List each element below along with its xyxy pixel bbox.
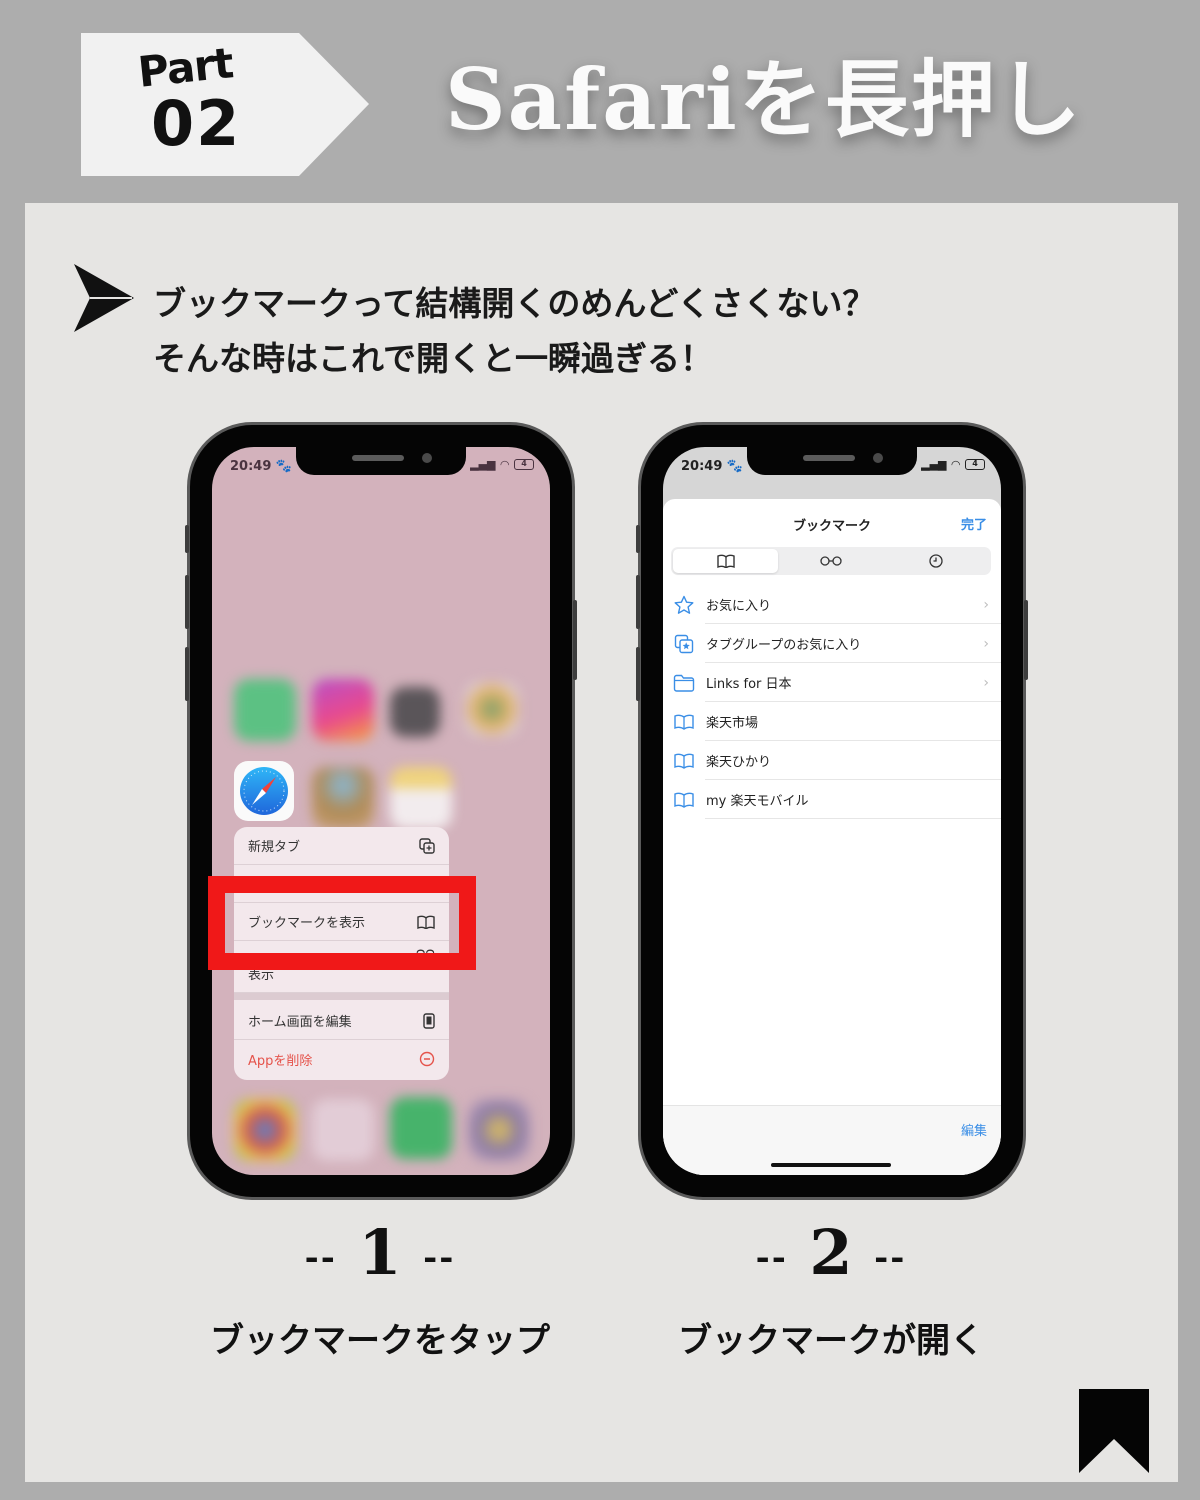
- bookmarks-sheet: ブックマーク 完了 お気に入り › タブグループのお気に入り › Links f…: [663, 499, 1001, 1175]
- glasses-icon: [820, 556, 842, 566]
- segmented-control: [671, 547, 991, 575]
- step-2-caption: ブックマークが開く: [678, 1321, 984, 1361]
- bookmark-save-icon[interactable]: [1079, 1389, 1149, 1473]
- bottom-band: [0, 1482, 1200, 1500]
- phone-icon: [423, 1012, 435, 1029]
- intro-text: ブックマークって結構開くのめんどくさくない？ そんな時はこれで開くと一瞬過ぎる！: [153, 276, 875, 386]
- chevron-right-icon: ›: [983, 596, 989, 613]
- menu-separator: [234, 993, 449, 1000]
- volume-up-button: [636, 575, 640, 629]
- blurred-app-icon: [312, 767, 374, 829]
- blurred-app-icon: [234, 679, 296, 741]
- blurred-dock-icon: [234, 1099, 296, 1161]
- chevron-right-icon: ›: [983, 674, 989, 691]
- intro-line-1: ブックマークって結構開くのめんどくさくない？: [153, 284, 876, 323]
- blurred-app-icon: [464, 681, 520, 737]
- home-indicator: [771, 1163, 891, 1167]
- paw-icon: 🐾: [726, 459, 744, 474]
- blurred-dock-icon: [390, 1097, 452, 1159]
- status-time: 20:49 🐾: [681, 459, 744, 474]
- phone-1: 20:49 🐾 ▂▄▆ ◠ 4 新規タブ ブックマークを表示 表示 ᴑᴑ ホーム…: [185, 425, 577, 1197]
- done-button[interactable]: 完了: [961, 514, 987, 533]
- blurred-app-icon: [390, 767, 452, 829]
- menu-item-edit-home-screen[interactable]: ホーム画面を編集: [234, 1002, 449, 1040]
- volume-down-button: [185, 647, 189, 701]
- status-icons: ▂▄▆ ◠ 4: [470, 458, 534, 471]
- bottom-toolbar: 編集: [663, 1105, 1001, 1175]
- tab-history[interactable]: [884, 549, 989, 573]
- home-screen: 20:49 🐾 ▂▄▆ ◠ 4 新規タブ ブックマークを表示 表示 ᴑᴑ ホーム…: [212, 447, 550, 1175]
- bookmark-list: お気に入り › タブグループのお気に入り › Links for 日本 › 楽天…: [663, 585, 1001, 819]
- speaker: [352, 455, 404, 461]
- silent-switch: [636, 525, 640, 553]
- bookmark-row-links-folder[interactable]: Links for 日本 ›: [663, 663, 1001, 702]
- battery-icon: 4: [965, 459, 985, 470]
- star-icon: [673, 595, 695, 615]
- bookmark-row-tab-group-favorites[interactable]: タブグループのお気に入り ›: [663, 624, 1001, 663]
- page-title: Safariを長押し: [445, 50, 1083, 149]
- blurred-dock-icon: [468, 1099, 530, 1161]
- volume-up-button: [185, 575, 189, 629]
- header-band: Part 02 Safariを長押し: [0, 0, 1200, 203]
- step-2-number: -- 2 --: [755, 1216, 907, 1289]
- tab-bookmarks[interactable]: [673, 549, 779, 573]
- book-icon: [673, 712, 695, 732]
- bookmark-row-rakuten-hikari[interactable]: 楽天ひかり: [663, 741, 1001, 780]
- silent-switch: [185, 525, 189, 553]
- book-icon: [673, 790, 695, 810]
- highlight-box: [208, 876, 476, 970]
- signal-icon: ▂▄▆: [921, 458, 947, 471]
- notch: [747, 447, 917, 475]
- speaker: [803, 455, 855, 461]
- bookmark-row-my-rakuten-mobile[interactable]: my 楽天モバイル: [663, 780, 1001, 819]
- part-tag: Part 02: [81, 33, 369, 176]
- status-icons: ▂▄▆ ◠ 4: [921, 458, 985, 471]
- arrow-pointer-icon: [74, 264, 134, 332]
- tab-reading-list[interactable]: [778, 549, 883, 573]
- sheet-title: ブックマーク: [792, 519, 871, 534]
- new-tab-icon: [419, 837, 435, 854]
- front-camera: [422, 453, 432, 463]
- status-time: 20:49 🐾: [230, 459, 293, 474]
- clock-icon: [929, 554, 943, 568]
- step-1-number: -- 1 --: [304, 1216, 456, 1289]
- step-1-caption: ブックマークをタップ: [210, 1321, 550, 1361]
- front-camera: [873, 453, 883, 463]
- bookmarks-screen: 20:49 🐾 ▂▄▆ ◠ 4 ブックマーク 完了 お気に入り › タブグループ…: [663, 447, 1001, 1175]
- intro-line-2: そんな時はこれで開くと一瞬過ぎる！: [153, 339, 714, 378]
- volume-down-button: [636, 647, 640, 701]
- wifi-icon: ◠: [951, 458, 960, 471]
- battery-icon: 4: [514, 459, 534, 470]
- bookmark-row-rakuten-ichiba[interactable]: 楽天市場: [663, 702, 1001, 741]
- signal-icon: ▂▄▆: [470, 458, 496, 471]
- tab-group-star-icon: [673, 634, 695, 654]
- side-button: [573, 600, 577, 680]
- blurred-dock-icon: [312, 1099, 374, 1161]
- blurred-app-icon: [312, 679, 374, 741]
- blurred-app-icon: [390, 687, 440, 737]
- phone-2: 20:49 🐾 ▂▄▆ ◠ 4 ブックマーク 完了 お気に入り › タブグループ…: [636, 425, 1028, 1197]
- notch: [296, 447, 466, 475]
- bookmark-row-favorites[interactable]: お気に入り ›: [663, 585, 1001, 624]
- book-icon: [716, 554, 735, 568]
- edit-button[interactable]: 編集: [961, 1120, 987, 1139]
- safari-app-icon[interactable]: [234, 761, 294, 821]
- minus-circle-icon: [419, 1051, 435, 1067]
- side-button: [1024, 600, 1028, 680]
- book-icon: [673, 751, 695, 771]
- part-number: 02: [151, 87, 242, 160]
- menu-item-new-tab[interactable]: 新規タブ: [234, 827, 449, 865]
- menu-item-delete-app[interactable]: Appを削除: [234, 1040, 449, 1078]
- folder-icon: [673, 673, 695, 693]
- paw-icon: 🐾: [275, 459, 293, 474]
- wifi-icon: ◠: [500, 458, 509, 471]
- chevron-right-icon: ›: [983, 635, 989, 652]
- safari-icon: [240, 767, 288, 815]
